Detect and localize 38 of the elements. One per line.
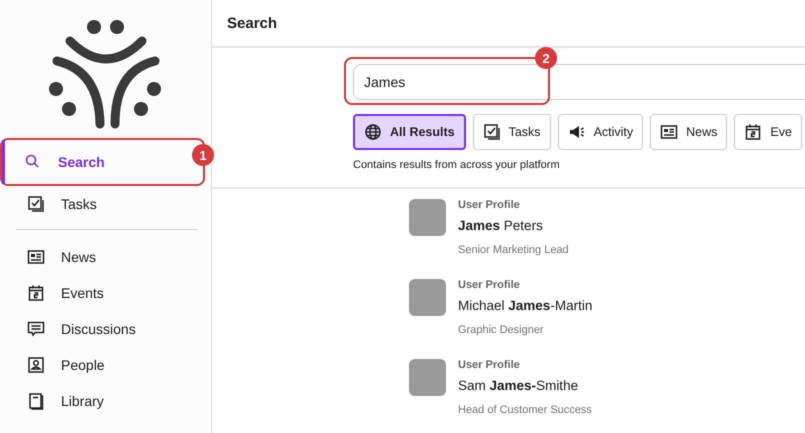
result-type: User Profile bbox=[458, 199, 521, 211]
result-name[interactable]: Michael James-Martin bbox=[458, 298, 592, 313]
photo-placeholder bbox=[409, 279, 446, 316]
sidebar-item[interactable]: Discussions bbox=[2, 311, 202, 347]
filter-tab[interactable]: Activity bbox=[558, 114, 644, 150]
checkbox-icon bbox=[27, 195, 45, 213]
sidebar-item[interactable]: Library bbox=[2, 383, 202, 419]
result-type: User Profile bbox=[458, 279, 521, 291]
sidebar-item[interactable]: Tasks bbox=[2, 186, 202, 222]
result-subtitle: Senior Marketing Lead bbox=[458, 244, 569, 256]
filter-caption: Contains results from across your platform bbox=[353, 159, 560, 171]
person-card-icon bbox=[27, 356, 45, 374]
calendar-icon bbox=[27, 284, 45, 302]
sidebar-item[interactable]: Search bbox=[2, 140, 188, 184]
sidebar-item[interactable]: News bbox=[2, 239, 202, 275]
checkbox-icon bbox=[482, 123, 501, 141]
result-type: User Profile bbox=[458, 359, 521, 371]
filter-tab[interactable]: Eve bbox=[734, 114, 802, 150]
sidebar-item[interactable]: Events bbox=[2, 275, 202, 311]
result-subtitle: Head of Customer Success bbox=[458, 404, 592, 416]
newspaper-icon bbox=[660, 123, 678, 141]
newspaper-icon bbox=[27, 248, 45, 266]
filter-tab[interactable]: All Results bbox=[353, 114, 466, 150]
photo-placeholder bbox=[409, 199, 446, 236]
filter-tab[interactable]: News bbox=[650, 114, 728, 150]
book-icon bbox=[27, 392, 45, 410]
chat-icon bbox=[27, 320, 45, 338]
globe-icon bbox=[364, 123, 382, 141]
photo-placeholder bbox=[409, 359, 446, 396]
search-field[interactable]: James bbox=[353, 64, 805, 100]
page-title: Search bbox=[227, 14, 278, 32]
result-subtitle: Graphic Designer bbox=[458, 324, 545, 336]
result-name[interactable]: James Peters bbox=[458, 218, 569, 233]
megaphone-icon bbox=[568, 123, 586, 141]
filter-tab[interactable]: Tasks bbox=[472, 114, 551, 150]
calendar-icon bbox=[744, 123, 762, 141]
result-name[interactable]: Sam James-Smithe bbox=[458, 378, 592, 393]
sidebar-item[interactable]: People bbox=[2, 347, 202, 383]
